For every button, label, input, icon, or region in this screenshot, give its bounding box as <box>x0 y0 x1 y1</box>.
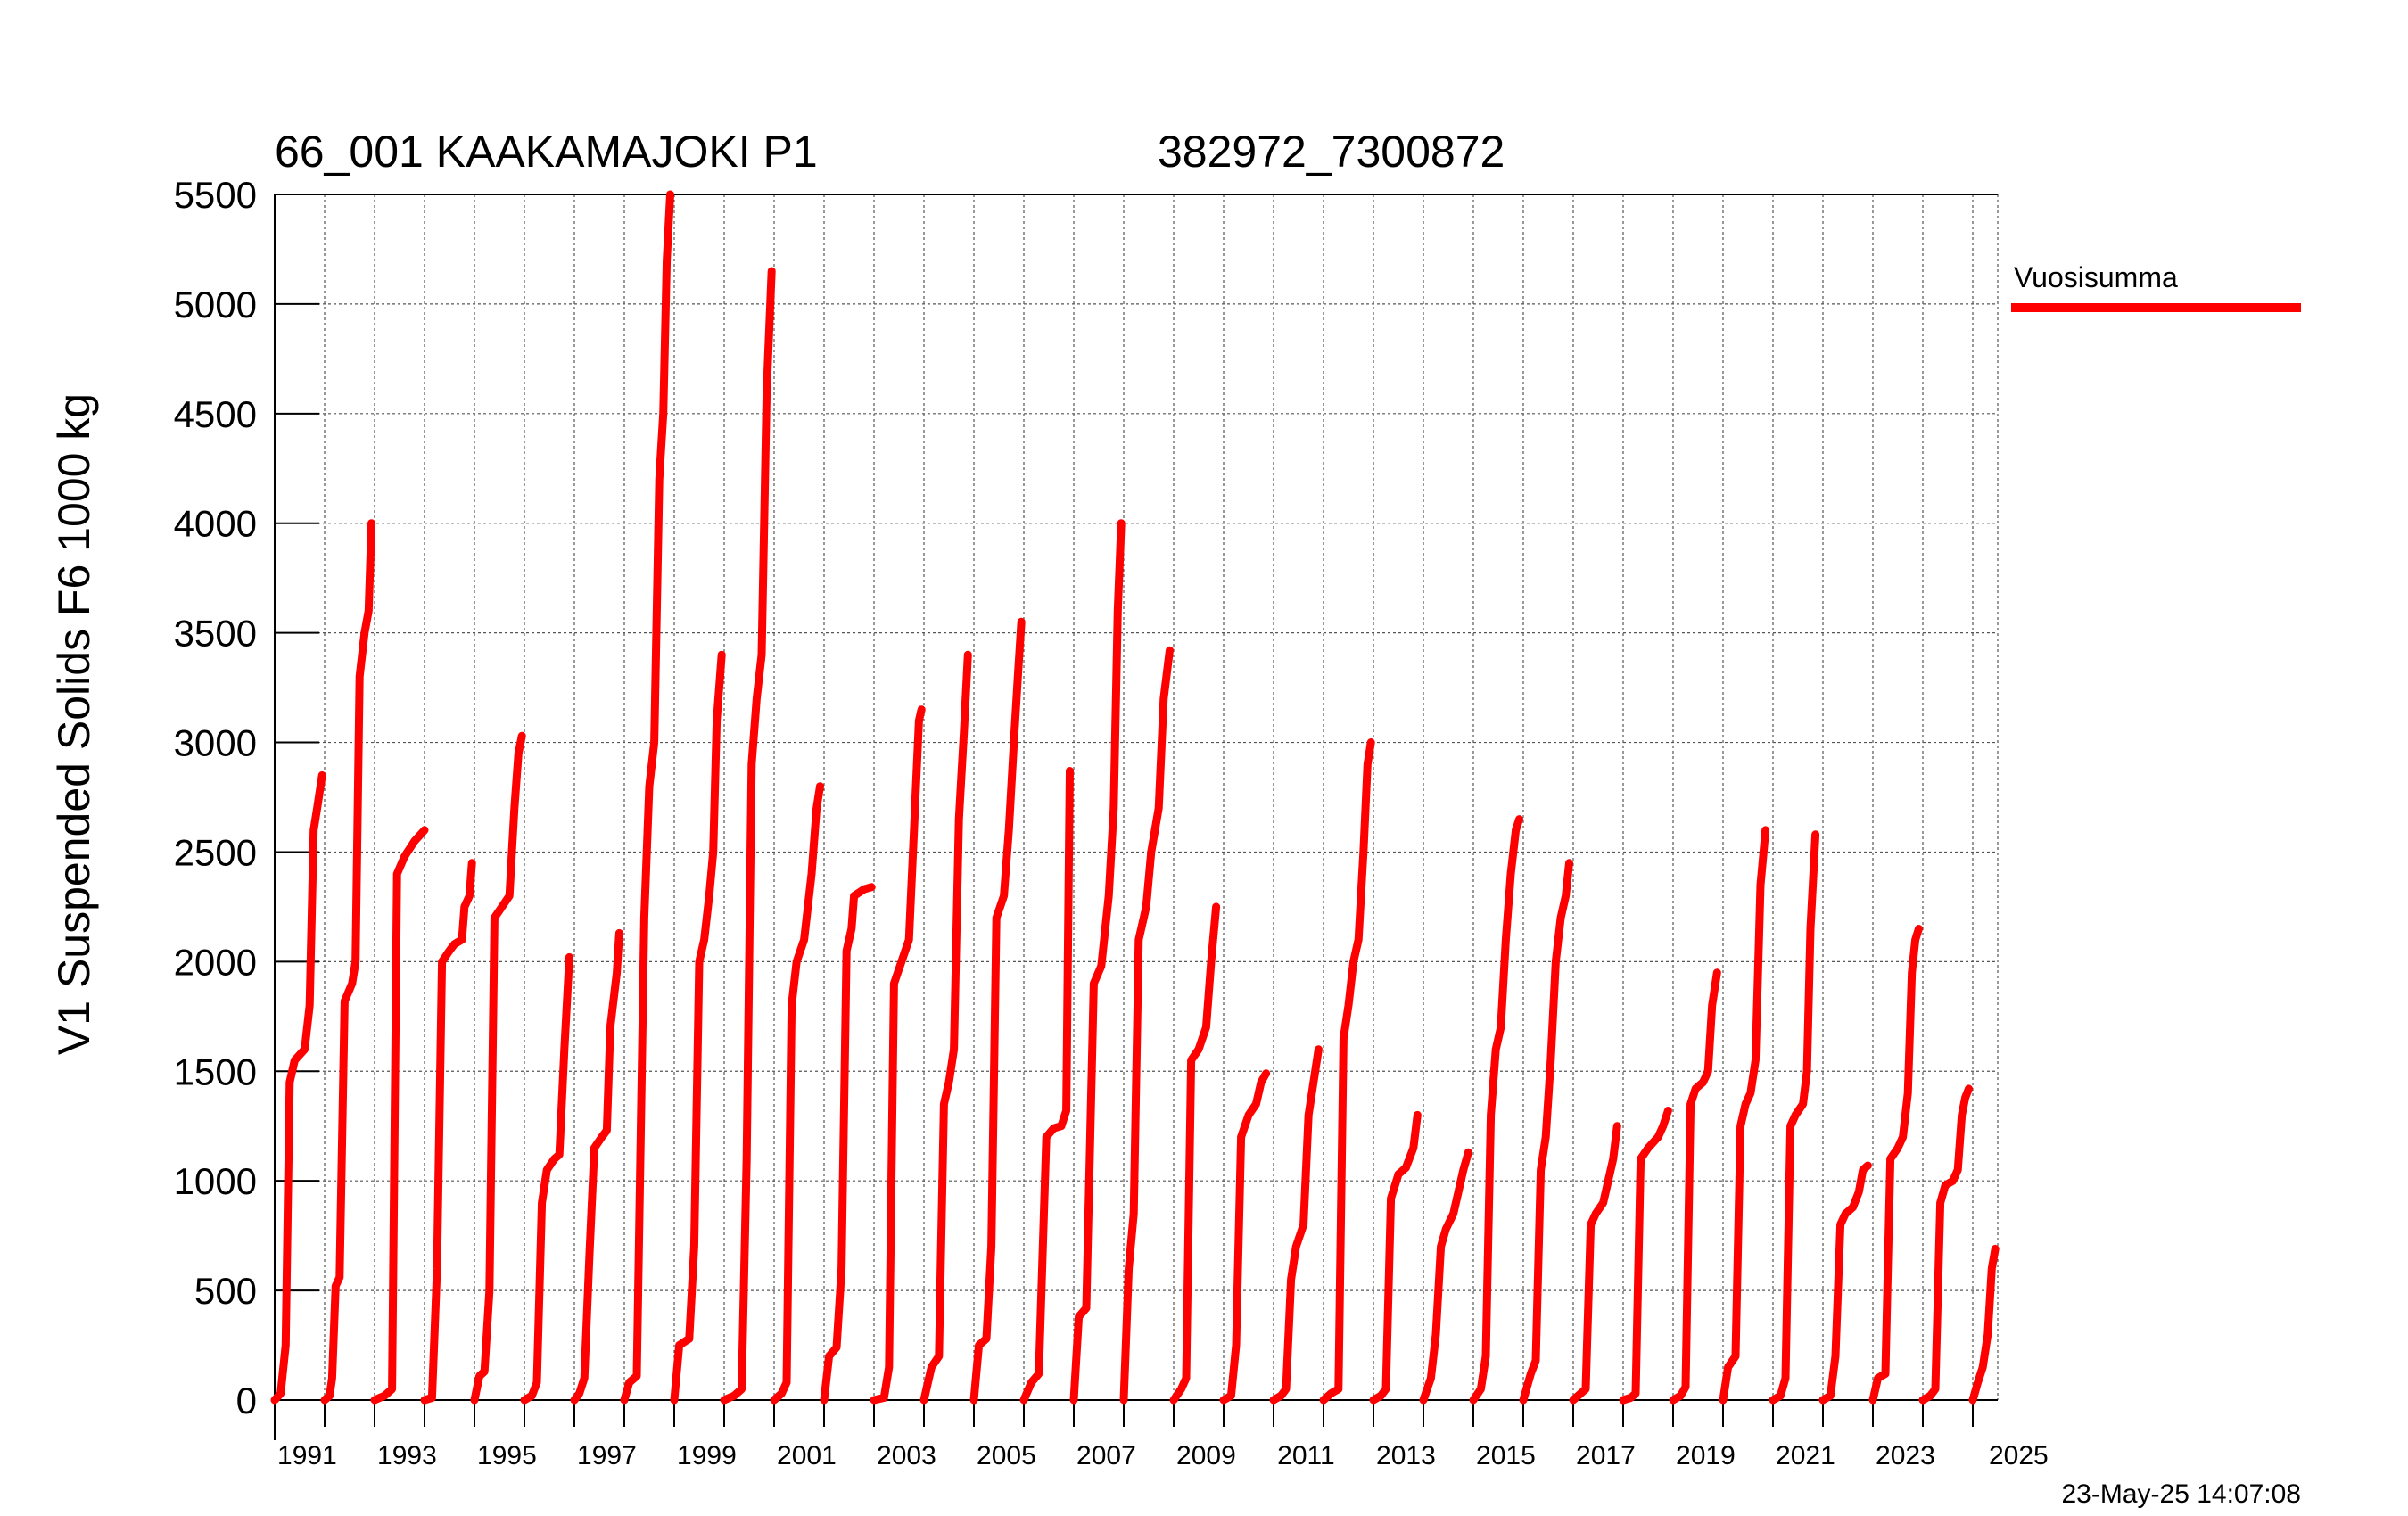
series-segment-2014 <box>1469 815 1523 1405</box>
y-tick-label: 5000 <box>174 284 257 325</box>
x-tick-label: 2023 <box>1876 1441 1935 1471</box>
x-tick-label: 2003 <box>877 1441 936 1471</box>
x-tick-label: 2025 <box>1989 1441 2049 1471</box>
series-segment-2003 <box>919 650 972 1405</box>
series-segment-1992 <box>370 826 429 1405</box>
y-tick-label: 5500 <box>174 174 257 216</box>
y-tick-label: 1000 <box>174 1160 257 1202</box>
x-tick-label: 1995 <box>477 1441 537 1471</box>
series-segment-2009 <box>1219 1069 1271 1405</box>
y-tick-labels: 0 500 1000 1500 2000 2500 3000 3500 4000 4500 5000… <box>174 174 257 1421</box>
chart: 66_001 KAAKAMAJOKI P1 382972_7300872 V1 … <box>49 127 2301 1509</box>
series-segment-1999 <box>720 267 776 1405</box>
y-tick-label: 2000 <box>174 941 257 983</box>
series-segment-1990 <box>270 770 326 1405</box>
series-segment-2017 <box>1619 1107 1672 1405</box>
series-segment-2000 <box>770 782 824 1405</box>
series-segment-2012 <box>1369 1110 1422 1405</box>
series-segment-2001 <box>820 883 876 1405</box>
y-tick-label: 3000 <box>174 722 257 764</box>
series-segment-2018 <box>1669 968 1721 1405</box>
x-tick-label: 1999 <box>677 1441 737 1471</box>
series-segment-2002 <box>870 705 926 1405</box>
series-segment-2015 <box>1519 859 1573 1405</box>
timestamp: 23-May-25 14:07:08 <box>2061 1479 2301 1509</box>
series-segment-1993 <box>420 859 476 1405</box>
x-tick-label: 2019 <box>1676 1441 1736 1471</box>
legend-label: Vuosisumma <box>2014 261 2178 293</box>
legend: Vuosisumma <box>2011 261 2301 312</box>
x-tick-label: 2013 <box>1376 1441 1436 1471</box>
y-tick-label: 4000 <box>174 503 257 545</box>
x-tick-label: 2021 <box>1776 1441 1835 1471</box>
x-tick-label: 1991 <box>277 1441 337 1471</box>
y-tick-label: 500 <box>194 1270 257 1312</box>
series-segment-2023 <box>1918 1084 1973 1405</box>
series-vuosisumma <box>270 190 2000 1405</box>
y-tick-label: 2500 <box>174 831 257 873</box>
series-segment-2020 <box>1769 830 1820 1405</box>
x-tick-label: 2017 <box>1576 1441 1636 1471</box>
series-segment-2008 <box>1169 902 1221 1405</box>
chart-subtitle-coordinates: 382972_7300872 <box>1158 127 1505 177</box>
series-segment-1995 <box>520 952 573 1405</box>
x-tick-labels: 1991 1993 1995 1997 1999 2001 2003 2005 2007 2009… <box>277 1441 2049 1471</box>
y-tick-label: 0 <box>236 1380 257 1421</box>
series-segment-1994 <box>470 731 526 1405</box>
series-segment-2019 <box>1719 826 1770 1405</box>
series-segment-1998 <box>670 650 726 1405</box>
x-tick-label: 2009 <box>1176 1441 1236 1471</box>
series-segment-1997 <box>620 190 674 1405</box>
series-segment-2016 <box>1569 1122 1621 1405</box>
series-segment-2006 <box>1069 519 1126 1405</box>
series-segment-2005 <box>1019 767 1074 1405</box>
series-segment-2021 <box>1818 1161 1872 1405</box>
series-segment-2010 <box>1269 1045 1323 1405</box>
chart-title: 66_001 KAAKAMAJOKI P1 <box>275 127 818 177</box>
x-tick-label: 2005 <box>977 1441 1036 1471</box>
series-segment-1991 <box>320 519 376 1405</box>
x-tick-label: 2007 <box>1076 1441 1136 1471</box>
x-tick-label: 1997 <box>577 1441 637 1471</box>
series-segment-1996 <box>570 928 623 1405</box>
y-tick-label: 1500 <box>174 1050 257 1092</box>
y-tick-label: 3500 <box>174 613 257 655</box>
y-axis-label: V1 Suspended Solids F6 1000 kg <box>49 393 99 1055</box>
x-tick-label: 2011 <box>1277 1441 1335 1471</box>
series-segment-2022 <box>1868 925 1923 1405</box>
y-tick-label: 4500 <box>174 393 257 435</box>
series-segment-2004 <box>969 617 1026 1405</box>
series-segment-2013 <box>1419 1148 1472 1405</box>
series-segment-2024 <box>1968 1244 2000 1405</box>
x-tick-label: 2015 <box>1476 1441 1536 1471</box>
x-tick-label: 1993 <box>377 1441 437 1471</box>
series-segment-2007 <box>1119 646 1174 1405</box>
x-tick-label: 2001 <box>777 1441 837 1471</box>
